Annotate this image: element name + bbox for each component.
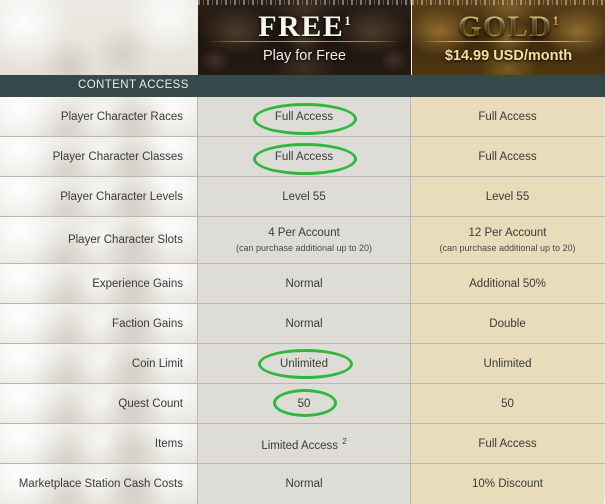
gold-value-text: Full Access xyxy=(478,110,537,123)
feature-label-text: Player Character Slots xyxy=(67,234,183,246)
feature-label-text: Items xyxy=(154,437,183,450)
gold-value-text: 12 Per Account xyxy=(468,226,547,239)
feature-label-cell: Experience Gains xyxy=(0,264,198,303)
feature-label-cell: Items xyxy=(0,424,198,463)
free-value-cell: Level 55 xyxy=(198,177,411,216)
free-value-text: 4 Per Account xyxy=(268,226,340,239)
comparison-table: Player Character Races Full Access Full Ac… xyxy=(0,97,605,504)
table-row: Items Limited Access 2 Full Access xyxy=(0,424,605,464)
gold-value-note: (can purchase additional up to 20) xyxy=(439,242,576,253)
feature-label-cell: Player Character Races xyxy=(0,97,198,136)
gold-value-cell: Full Access xyxy=(411,424,604,463)
free-value-cell: Full Access xyxy=(198,137,411,176)
feature-label-text: Experience Gains xyxy=(92,277,183,290)
gold-value-text: Level 55 xyxy=(485,190,530,203)
feature-label-text: Marketplace Station Cash Costs xyxy=(18,478,183,490)
plan-header-gold[interactable]: GOLD1 $14.99 USD/month xyxy=(412,0,605,75)
feature-label-cell: Player Character Classes xyxy=(0,137,198,176)
free-value-cell: Unlimited xyxy=(198,344,411,383)
free-value-text: Normal xyxy=(285,277,323,290)
table-row: Coin Limit Unlimited Unlimited xyxy=(0,344,605,384)
plan-title-gold-footnote: 1 xyxy=(552,13,559,28)
free-value-cell: Normal xyxy=(198,304,411,343)
free-value-note: (can purchase additional up to 20) xyxy=(235,242,373,253)
gold-value-cell: Unlimited xyxy=(411,344,604,383)
table-row: Experience Gains Normal Additional 50% xyxy=(0,264,605,304)
table-row: Quest Count 50 50 xyxy=(0,384,605,424)
gold-value-text: 50 xyxy=(501,397,514,410)
free-value-text: Unlimited xyxy=(280,357,328,370)
gold-value-text: Additional 50% xyxy=(469,277,546,290)
gold-value-cell: Full Access xyxy=(411,97,604,136)
free-value-text: Normal xyxy=(285,317,323,330)
gold-value-cell: 10% Discount xyxy=(411,464,604,504)
gold-value-text: Unlimited xyxy=(483,357,532,370)
gold-value-cell: 12 Per Account (can purchase additional u… xyxy=(411,217,604,263)
feature-label-cell: Coin Limit xyxy=(0,344,198,383)
plan-subtitle-gold: $14.99 USD/month xyxy=(444,48,573,64)
free-value-text: Level 55 xyxy=(282,190,326,203)
feature-label-text: Player Character Races xyxy=(60,110,183,123)
gold-value-text: Full Access xyxy=(478,437,537,450)
feature-label-text: Coin Limit xyxy=(131,357,183,370)
plan-header-band: FREE1 Play for Free GOLD1 $14.99 USD/mon… xyxy=(0,0,605,75)
free-value-text: Normal xyxy=(285,478,323,490)
free-value-cell: Full Access xyxy=(198,97,411,136)
plan-title-gold: GOLD1 xyxy=(412,4,605,44)
plan-subtitle-free: Play for Free xyxy=(263,48,346,64)
membership-comparison-page: FREE1 Play for Free GOLD1 $14.99 USD/mon… xyxy=(0,0,605,504)
feature-label-cell: Faction Gains xyxy=(0,304,198,343)
free-value-text: Full Access xyxy=(274,110,334,123)
table-row: Player Character Races Full Access Full Ac… xyxy=(0,97,605,137)
gold-value-cell: Additional 50% xyxy=(411,264,604,303)
feature-label-cell: Player Character Slots xyxy=(0,217,198,263)
gold-value-cell: Double xyxy=(411,304,604,343)
section-header-label: CONTENT ACCESS xyxy=(78,79,189,91)
gold-value-cell: Full Access xyxy=(411,137,604,176)
feature-label-text: Faction Gains xyxy=(112,317,183,330)
free-value-cell: 50 xyxy=(198,384,411,423)
gold-value-text: Double xyxy=(489,317,526,330)
gold-value-cell: 50 xyxy=(411,384,604,423)
table-row: Player Character Classes Full Access Full … xyxy=(0,137,605,177)
plan-header-free[interactable]: FREE1 Play for Free xyxy=(198,0,411,75)
feature-label-cell: Player Character Levels xyxy=(0,177,198,216)
free-value-footnote: 2 xyxy=(342,436,347,446)
free-value-text: Full Access xyxy=(274,150,334,163)
free-value-cell: Normal xyxy=(198,464,411,504)
plan-title-free-footnote: 1 xyxy=(344,13,351,28)
free-value-cell: Limited Access 2 xyxy=(198,424,411,463)
plan-title-free-text: FREE xyxy=(258,10,345,43)
table-row: Player Character Levels Level 55 Level 55 xyxy=(0,177,605,217)
plan-title-free: FREE1 xyxy=(198,4,411,44)
section-header-content-access: CONTENT ACCESS xyxy=(0,75,605,98)
table-row: Marketplace Station Cash Costs Normal 10% … xyxy=(0,464,605,504)
gold-value-cell: Level 55 xyxy=(411,177,604,216)
feature-label-text: Player Character Classes xyxy=(52,150,183,163)
gold-value-text: 10% Discount xyxy=(472,478,543,490)
feature-label-text: Player Character Levels xyxy=(60,190,183,203)
feature-label-text: Quest Count xyxy=(118,397,183,410)
feature-label-cell: Marketplace Station Cash Costs xyxy=(0,464,198,504)
table-row: Faction Gains Normal Double xyxy=(0,304,605,344)
plan-title-gold-text: GOLD xyxy=(458,10,553,43)
gold-value-text: Full Access xyxy=(478,150,537,163)
free-value-text: 50 xyxy=(297,397,311,410)
feature-label-cell: Quest Count xyxy=(0,384,198,423)
free-value-cell: 4 Per Account (can purchase additional up… xyxy=(198,217,411,263)
header-empty-corner xyxy=(0,0,198,75)
free-value-text: Limited Access 2 xyxy=(261,436,347,452)
free-value-cell: Normal xyxy=(198,264,411,303)
table-row: Player Character Slots 4 Per Account (can … xyxy=(0,217,605,264)
